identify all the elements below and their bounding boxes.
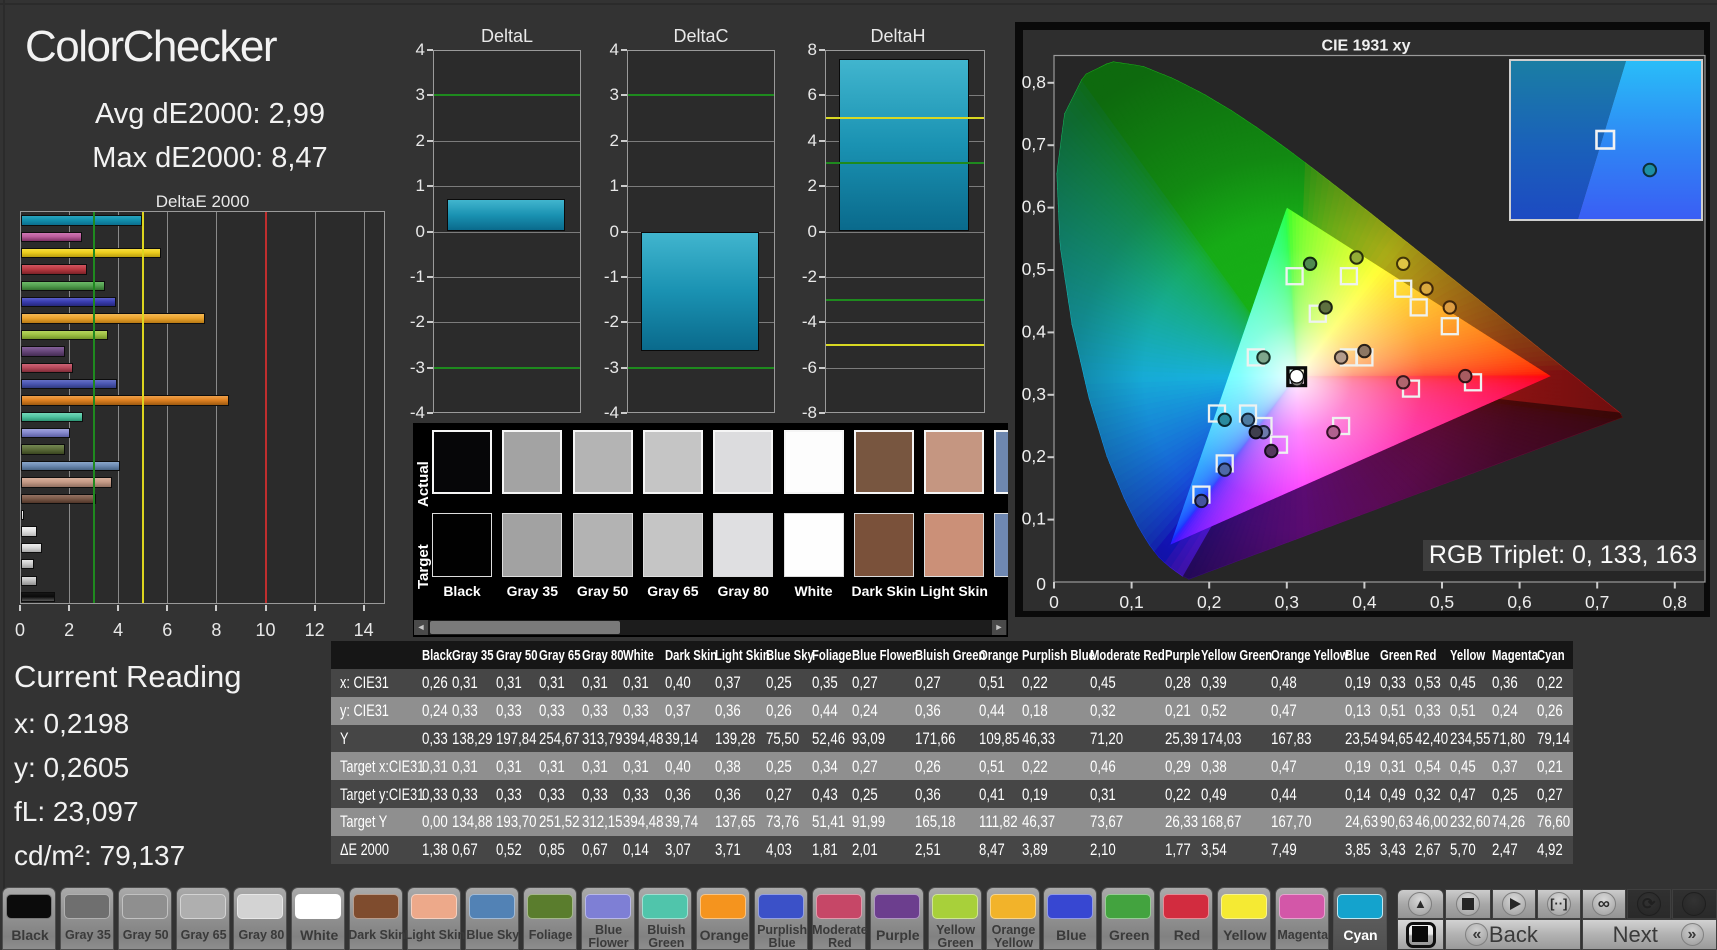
svg-text:0,4: 0,4 (1352, 592, 1377, 612)
svg-text:0,6: 0,6 (1022, 197, 1046, 217)
svg-text:0,1: 0,1 (1119, 592, 1143, 612)
svg-text:RGB Triplet: 0, 133, 163: RGB Triplet: 0, 133, 163 (1429, 541, 1697, 569)
svg-text:0,4: 0,4 (1022, 321, 1047, 341)
svg-text:0,8: 0,8 (1663, 592, 1687, 612)
svg-text:0,5: 0,5 (1022, 259, 1046, 279)
svg-text:0,3: 0,3 (1275, 592, 1299, 612)
svg-text:0,7: 0,7 (1022, 134, 1046, 154)
svg-text:0,3: 0,3 (1022, 384, 1046, 404)
svg-text:0: 0 (1049, 592, 1059, 612)
svg-text:0,5: 0,5 (1430, 592, 1454, 612)
svg-text:CIE 1931 xy: CIE 1931 xy (1322, 38, 1411, 55)
svg-text:0,1: 0,1 (1022, 509, 1046, 529)
svg-text:0,7: 0,7 (1585, 592, 1609, 612)
svg-text:0: 0 (1036, 574, 1046, 594)
svg-text:0,8: 0,8 (1022, 72, 1046, 92)
svg-text:0,2: 0,2 (1197, 592, 1221, 612)
svg-text:0,6: 0,6 (1507, 592, 1531, 612)
svg-text:0,2: 0,2 (1022, 446, 1046, 466)
